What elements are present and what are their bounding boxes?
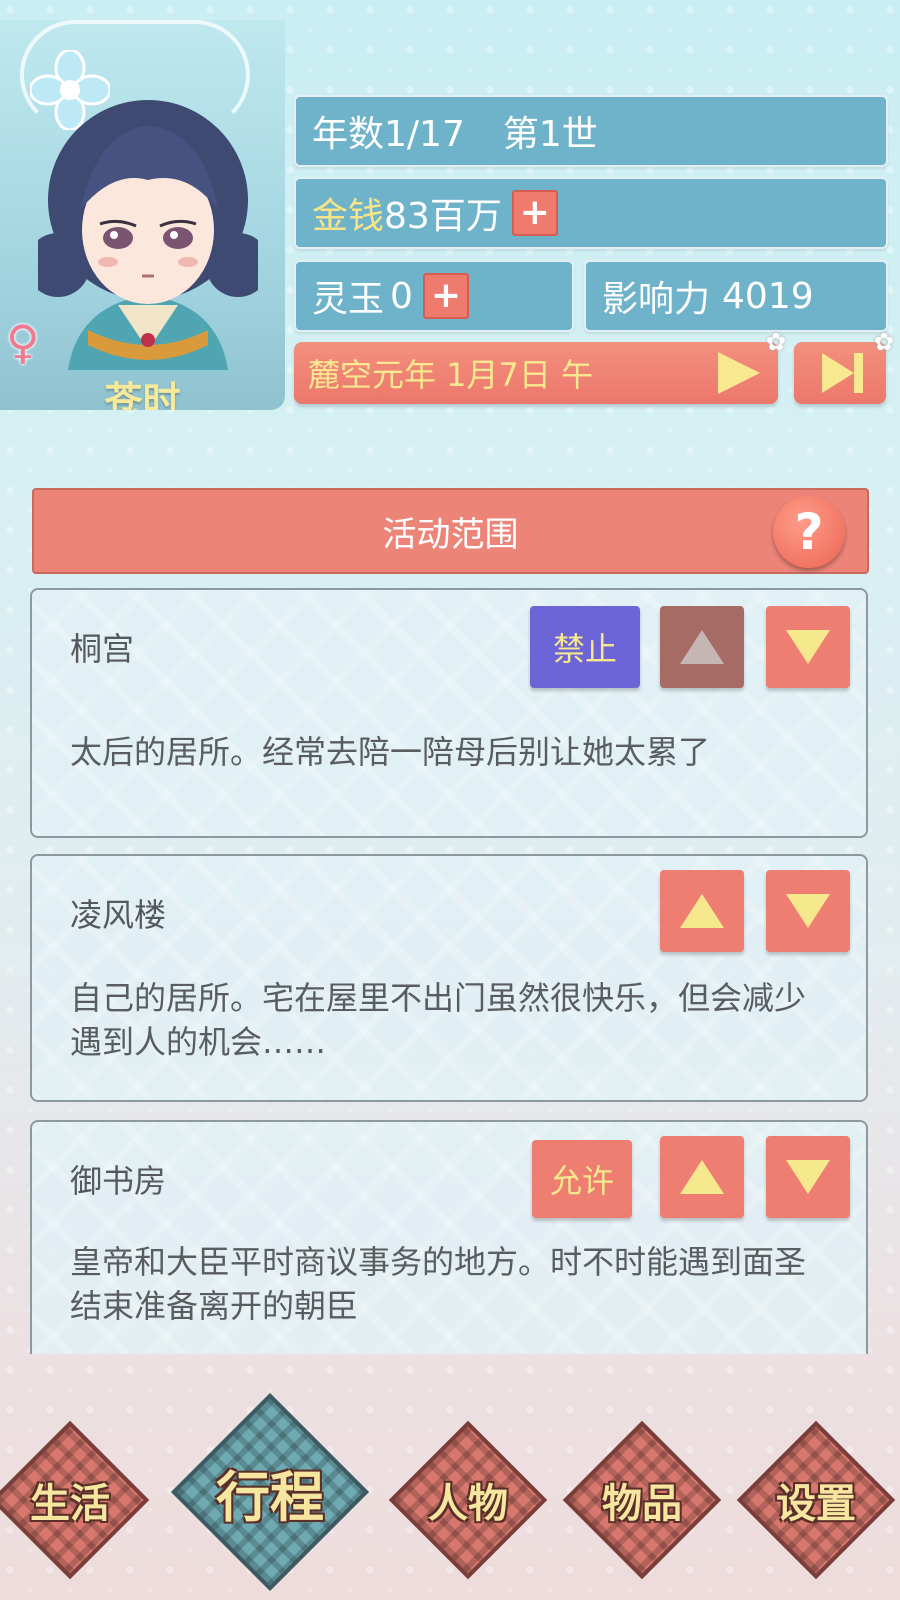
nav-item-schedule[interactable]: 行程 — [170, 1392, 370, 1592]
nav-item-life[interactable]: 生活 — [0, 1420, 150, 1580]
play-time-button[interactable]: 麓空元年 1月7日 午 ✿ — [294, 328, 786, 404]
add-jade-button[interactable]: + — [422, 273, 469, 319]
nav-label: 物品 — [602, 1481, 682, 1527]
allow-button[interactable]: 允许 — [532, 1140, 632, 1218]
skip-bar-icon — [854, 353, 863, 393]
list-item: 御书房 允许 皇帝和大臣平时商议事务的地方。时不时能遇到面圣结束准备离开的朝臣 — [30, 1120, 868, 1354]
place-description: 皇帝和大臣平时商议事务的地方。时不时能遇到面圣结束准备离开的朝臣 — [70, 1243, 807, 1325]
place-name: 御书房 — [70, 1162, 167, 1200]
bottom-navigation: 生活 行程 人物 物品 设置 — [0, 1393, 900, 1600]
help-button[interactable]: ? — [773, 496, 845, 568]
female-gender-icon: ♀ — [6, 315, 40, 369]
list-item: 桐宫 禁止 太后的居所。经常去陪一陪母后别让她太累了 — [30, 588, 868, 838]
arrow-down-icon — [786, 630, 830, 664]
nav-label: 行程 — [216, 1465, 324, 1529]
nav-item-characters[interactable]: 人物 — [388, 1420, 548, 1580]
move-down-button[interactable] — [766, 606, 850, 688]
jade-label: 灵玉 — [312, 279, 385, 320]
move-up-button[interactable] — [660, 1136, 744, 1218]
list-item: 凌风楼 自己的居所。宅在屋里不出门虽然很快乐，但会减少遇到人的机会…… — [30, 854, 868, 1102]
life-label: 第1世 — [502, 114, 598, 155]
arrow-down-icon — [786, 894, 830, 928]
arrow-up-icon — [680, 894, 724, 928]
place-name: 桐宫 — [70, 630, 135, 668]
activity-range-header: 活动范围 ? — [32, 488, 869, 574]
place-description: 自己的居所。宅在屋里不出门虽然很快乐，但会减少遇到人的机会…… — [70, 979, 807, 1061]
jade-stat: 灵玉 0 + — [294, 260, 574, 332]
skip-icon — [822, 353, 854, 393]
place-description: 太后的居所。经常去陪一陪母后别让她太累了 — [70, 733, 711, 771]
influence-value: 4019 — [722, 275, 814, 317]
arrow-up-icon — [680, 1160, 724, 1194]
place-name: 凌风楼 — [70, 896, 167, 934]
move-down-button[interactable] — [766, 1136, 850, 1218]
arrow-down-icon — [786, 1160, 830, 1194]
character-name: 苍时 — [104, 379, 181, 410]
add-money-button[interactable]: + — [511, 190, 558, 236]
sparkle-icon: ✿ — [765, 328, 786, 356]
game-date: 麓空元年 1月7日 午 — [308, 356, 594, 394]
money-value: 83百万 — [384, 196, 502, 237]
nav-label: 设置 — [776, 1481, 856, 1527]
year-label: 年数1/17 — [312, 114, 465, 155]
sparkle-icon: ✿ — [873, 328, 894, 356]
money-label: 金钱 — [312, 196, 385, 237]
money-stat: 金钱 83百万 + — [294, 177, 888, 249]
skip-forward-button[interactable]: ✿ — [794, 328, 894, 404]
activity-range-title: 活动范围 — [382, 514, 519, 555]
arrow-up-icon — [680, 630, 724, 664]
forbid-button[interactable]: 禁止 — [530, 606, 640, 688]
nav-item-items[interactable]: 物品 — [562, 1420, 722, 1580]
move-up-button[interactable] — [660, 870, 744, 952]
play-icon — [718, 352, 760, 394]
nav-label: 人物 — [428, 1481, 508, 1527]
avatar — [38, 100, 258, 370]
jade-value: 0 — [390, 275, 413, 317]
move-down-button[interactable] — [766, 870, 850, 952]
places-list[interactable]: 桐宫 禁止 太后的居所。经常去陪一陪母后别让她太累了 凌风楼 自己的居所。宅在屋… — [30, 588, 870, 1354]
nav-label: 生活 — [30, 1481, 110, 1527]
character-portrait[interactable]: ♀ 苍时 — [0, 20, 285, 410]
year-stat: 年数1/17 第1世 — [294, 95, 888, 167]
move-up-button[interactable] — [660, 606, 744, 688]
influence-label: 影响力 — [602, 279, 711, 320]
nav-item-settings[interactable]: 设置 — [736, 1420, 896, 1580]
influence-stat: 影响力 4019 — [584, 260, 888, 332]
